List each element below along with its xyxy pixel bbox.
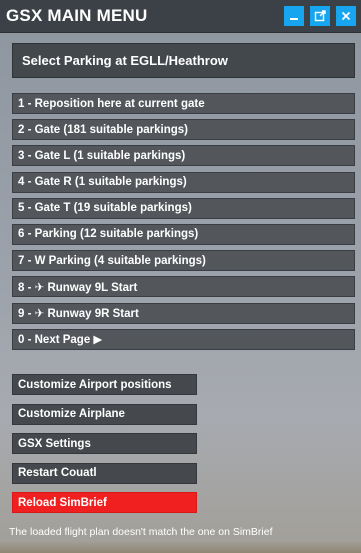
menu-item-9[interactable]: 9 - ✈ Runway 9R Start: [12, 302, 355, 324]
menu-item-2[interactable]: 2 - Gate (181 suitable parkings): [12, 119, 355, 141]
menu-item-5[interactable]: 5 - Gate T (19 suitable parkings): [12, 197, 355, 219]
reload-simbrief-button[interactable]: Reload SimBrief: [12, 492, 197, 514]
simbrief-warning: The loaded flight plan doesn't match the…: [9, 526, 273, 538]
background-scenery: [0, 541, 361, 553]
menu-header: Select Parking at EGLL/Heathrow: [12, 43, 355, 78]
title-bar[interactable]: GSX MAIN MENU: [0, 0, 361, 33]
menu-item-1[interactable]: 1 - Reposition here at current gate: [12, 93, 355, 114]
menu-item-7[interactable]: 7 - W Parking (4 suitable parkings): [12, 250, 355, 272]
customize-airplane-button[interactable]: Customize Airplane: [12, 403, 197, 425]
menu-item-0[interactable]: 0 - Next Page ▶: [12, 328, 355, 350]
restart-couatl-button[interactable]: Restart Couatl: [12, 462, 197, 484]
menu-item-4[interactable]: 4 - Gate R (1 suitable parkings): [12, 171, 355, 193]
menu-item-8[interactable]: 8 - ✈ Runway 9L Start: [12, 276, 355, 298]
window-title: GSX MAIN MENU: [6, 6, 148, 25]
minimize-icon[interactable]: [284, 6, 304, 26]
menu-item-6[interactable]: 6 - Parking (12 suitable parkings): [12, 223, 355, 245]
menu-item-3[interactable]: 3 - Gate L (1 suitable parkings): [12, 145, 355, 167]
gsx-settings-button[interactable]: GSX Settings: [12, 433, 197, 455]
close-icon[interactable]: [336, 6, 356, 26]
customize-airport-button[interactable]: Customize Airport positions: [12, 374, 197, 395]
parking-menu: 1 - Reposition here at current gate 2 - …: [12, 93, 355, 355]
action-buttons: Customize Airport positions Customize Ai…: [12, 374, 197, 522]
popout-icon[interactable]: [310, 6, 330, 26]
